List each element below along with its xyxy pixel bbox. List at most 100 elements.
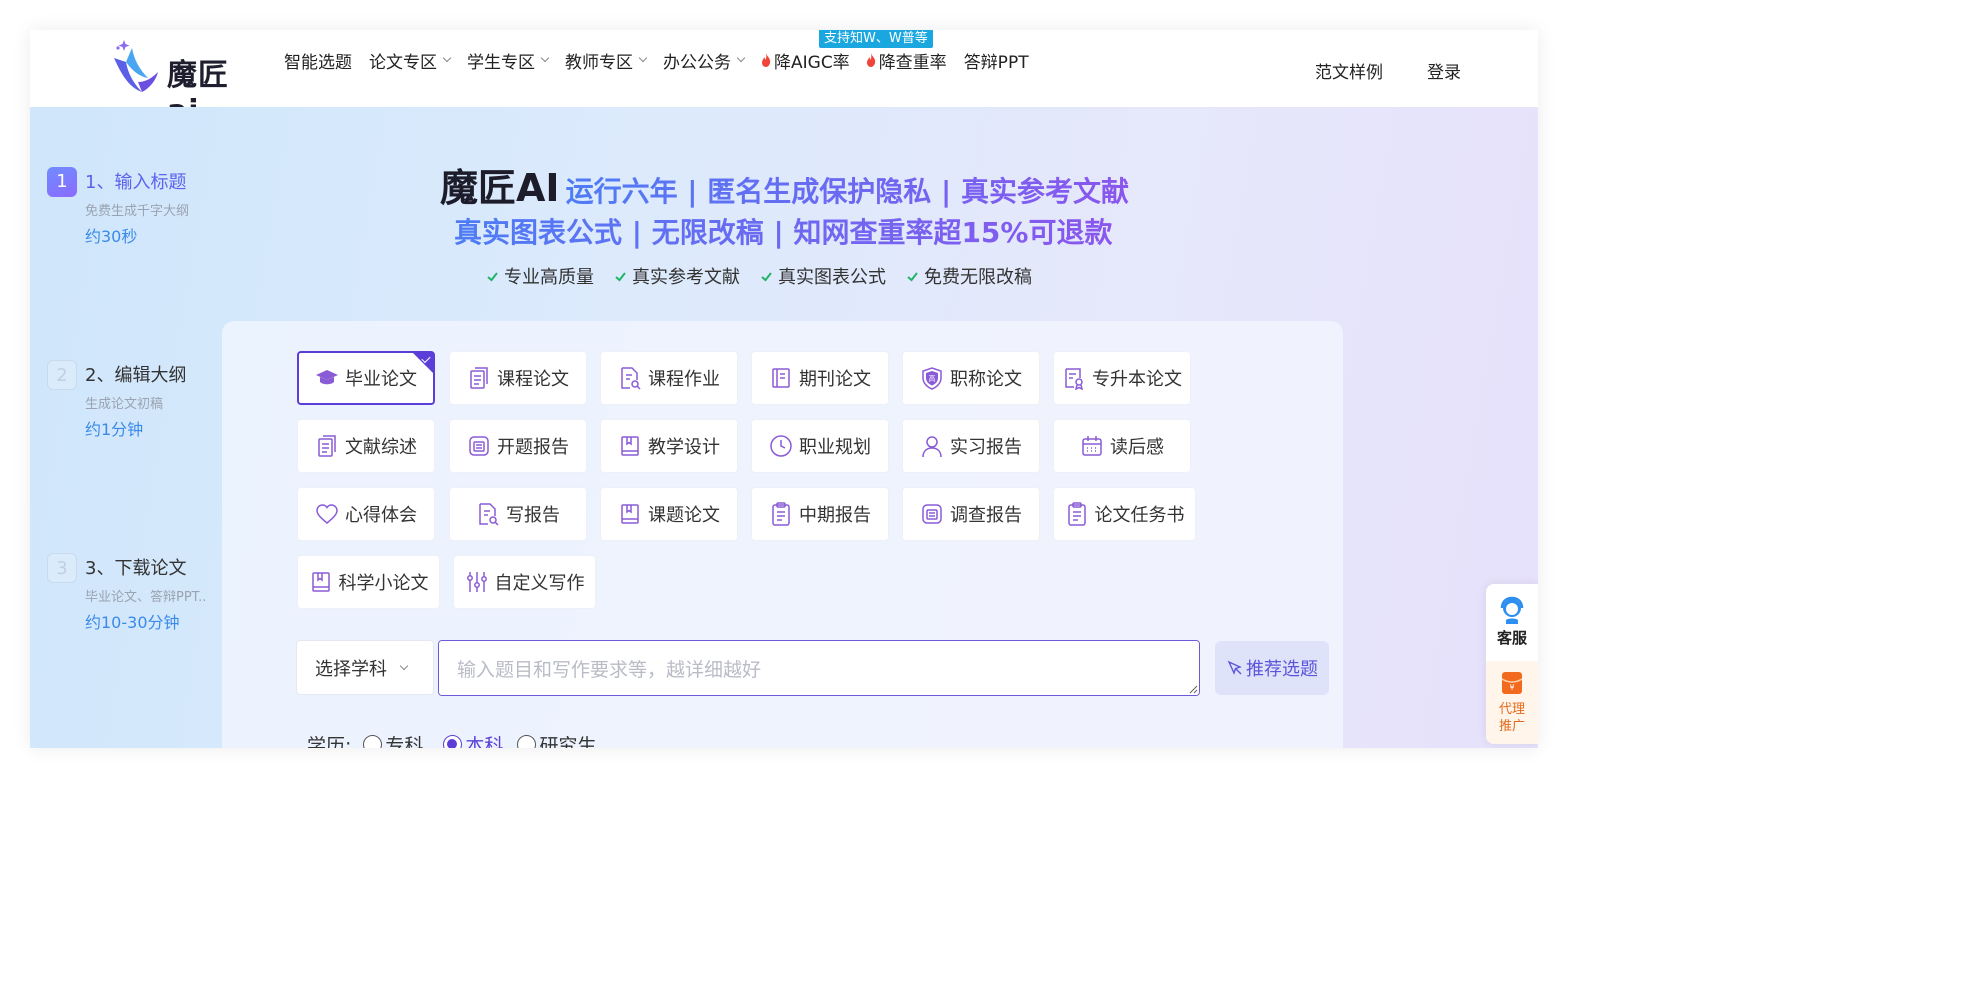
topic-input[interactable]	[438, 640, 1200, 696]
hero-brand: 魔匠AI	[440, 166, 560, 210]
book-icon	[621, 504, 639, 524]
type-write-report[interactable]: 写报告	[449, 487, 587, 541]
type-upgrade-paper[interactable]: 专升本论文	[1053, 351, 1191, 405]
logo[interactable]: 魔匠ai	[108, 34, 258, 129]
logo-mark-icon	[114, 40, 158, 92]
agent-promotion-button[interactable]: ¥ 代理 推广	[1486, 661, 1538, 744]
svg-text:高: 高	[929, 374, 936, 383]
check-icon	[761, 271, 772, 281]
type-journal-paper[interactable]: 期刊论文	[751, 351, 889, 405]
chevron-down-icon	[540, 53, 550, 63]
step-subtitle: 免费生成千字大纲	[85, 204, 190, 219]
recommend-topic-button[interactable]: 推荐选题	[1215, 641, 1329, 695]
type-literature-review[interactable]: 文献综述	[297, 419, 435, 473]
type-reading-notes[interactable]: 读后感	[1053, 419, 1191, 473]
fire-icon	[762, 53, 771, 67]
radio-circle	[517, 735, 537, 748]
hero-section: 1 1、输入标题 免费生成千字大纲 约30秒 2 2、编辑大纲 生成论文初稿 约…	[30, 107, 1538, 748]
login-link[interactable]: 登录	[1427, 58, 1461, 83]
clipboard-icon	[1067, 502, 1086, 526]
resize-grip-icon[interactable]	[1188, 684, 1198, 694]
feature-list: 专业高质量 真实参考文献 真实图表公式 免费无限改稿	[486, 263, 1052, 289]
type-project-paper[interactable]: 课题论文	[600, 487, 738, 541]
nav-item-reduce-aigc[interactable]: 降AIGC率	[761, 48, 850, 73]
type-survey-report[interactable]: 调查报告	[902, 487, 1040, 541]
radio-junior-college[interactable]: 专科	[363, 731, 423, 748]
customer-service-button[interactable]: 客服	[1486, 584, 1538, 661]
nav-item-reduce-plagiarism[interactable]: 降查重率	[866, 48, 947, 73]
step-time: 约1分钟	[85, 420, 144, 439]
nav-item-students[interactable]: 学生专区	[467, 48, 550, 73]
type-title-paper[interactable]: 高 职称论文	[902, 351, 1040, 405]
certificate-icon	[1065, 368, 1084, 390]
top-header: 魔匠ai 智能选题 论文专区 学生专区 教师专区 办公公务 降AIGC率 降查重…	[30, 30, 1538, 129]
type-reflections[interactable]: 心得体会	[297, 487, 435, 541]
platform-support-badge: 支持知W、W普等	[819, 30, 933, 48]
check-icon	[615, 271, 626, 281]
check-icon	[907, 271, 918, 281]
step-subtitle: 毕业论文、答辩PPT..	[85, 590, 207, 605]
nav-item-office[interactable]: 办公公务	[663, 48, 746, 73]
svg-text:¥: ¥	[1509, 683, 1514, 692]
type-internship-report[interactable]: 实习报告	[902, 419, 1040, 473]
subject-select[interactable]: 选择学科	[296, 640, 434, 695]
calendar-icon	[1082, 436, 1102, 456]
graduation-cap-icon	[316, 370, 338, 385]
agent-label: 代理 推广	[1498, 702, 1525, 734]
hero-headline: 魔匠AI 运行六年 | 匿名生成保护隐私 | 真实参考文献	[440, 157, 1129, 212]
type-teaching-design[interactable]: 教学设计	[600, 419, 738, 473]
hero-line-2-wrap: 真实图表公式 | 无限改稿 | 知网查重率超15%可退款	[454, 211, 1112, 251]
writing-form-card: 毕业论文 课程论文 课程作业 期刊论文 高 职称论文 专升本论文 文献综述 开题…	[222, 321, 1343, 748]
education-level-row: 学历: 专科 本科 研究生	[307, 731, 602, 748]
feature-item: 真实参考文献	[614, 263, 740, 289]
user-icon	[922, 436, 942, 458]
nav-item-defense-ppt[interactable]: 答辩PPT	[964, 48, 1029, 73]
document-search-icon	[621, 367, 641, 390]
type-course-paper[interactable]: 课程论文	[449, 351, 587, 405]
selected-corner	[412, 352, 434, 374]
nav-item-teachers[interactable]: 教师专区	[565, 48, 648, 73]
main-nav: 智能选题 论文专区 学生专区 教师专区 办公公务 降AIGC率 降查重率 答辩P…	[284, 47, 1046, 73]
step-number: 2	[47, 360, 77, 390]
red-envelope-icon: ¥	[1501, 672, 1523, 694]
chevron-down-icon	[399, 661, 409, 670]
book-icon	[311, 572, 330, 592]
radio-circle	[443, 735, 463, 748]
hero-line-1: 运行六年 | 匿名生成保护隐私 | 真实参考文献	[566, 170, 1129, 210]
document-search-icon	[479, 503, 499, 526]
type-career-planning[interactable]: 职业规划	[751, 419, 889, 473]
type-custom-writing[interactable]: 自定义写作	[453, 555, 596, 609]
type-midterm-report[interactable]: 中期报告	[751, 487, 889, 541]
step-number: 1	[47, 167, 77, 197]
radio-bachelor[interactable]: 本科	[443, 731, 503, 748]
education-label: 学历:	[307, 735, 352, 748]
feature-item: 专业高质量	[486, 263, 594, 289]
type-science-essay[interactable]: 科学小论文	[297, 555, 440, 609]
nav-item-topic-selection[interactable]: 智能选题	[284, 48, 352, 73]
feature-item: 真实图表公式	[760, 263, 886, 289]
hero-line-2: 真实图表公式 | 无限改稿 | 知网查重率超15%可退款	[454, 216, 1113, 249]
type-assignment-book[interactable]: 论文任务书	[1053, 487, 1196, 541]
nav-item-papers[interactable]: 论文专区	[369, 48, 452, 73]
feature-item: 免费无限改稿	[906, 263, 1032, 289]
step-title: 1、输入标题	[85, 172, 187, 193]
fire-icon	[866, 53, 875, 67]
chevron-down-icon	[638, 53, 648, 63]
floating-service-panel: 客服 ¥ 代理 推广	[1486, 584, 1538, 744]
type-course-assignment[interactable]: 课程作业	[600, 351, 738, 405]
browser-page: 魔匠ai 智能选题 论文专区 学生专区 教师专区 办公公务 降AIGC率 降查重…	[30, 30, 1538, 748]
chevron-down-icon	[442, 53, 452, 63]
check-icon	[487, 271, 498, 281]
step-title: 3、下载论文	[85, 558, 187, 579]
radio-graduate[interactable]: 研究生	[517, 731, 596, 748]
type-graduation-thesis[interactable]: 毕业论文	[297, 351, 435, 405]
heart-icon	[316, 504, 338, 524]
clock-icon	[770, 435, 792, 457]
type-proposal-report[interactable]: 开题报告	[449, 419, 587, 473]
step-number: 3	[47, 553, 77, 583]
headset-icon	[1500, 596, 1524, 624]
document-icon	[318, 435, 336, 457]
document-icon	[470, 367, 488, 389]
clipboard-icon	[772, 502, 790, 526]
samples-link[interactable]: 范文样例	[1315, 58, 1383, 83]
